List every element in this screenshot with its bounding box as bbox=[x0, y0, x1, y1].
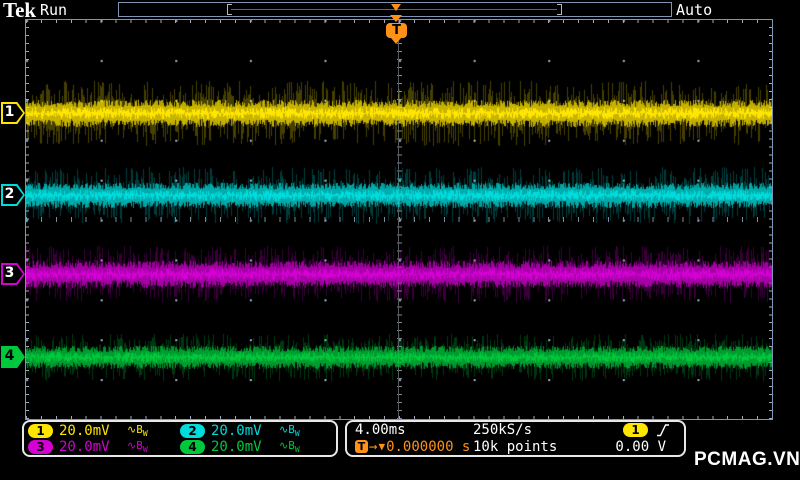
channel-3-readout: 3 20.0mV ∿BW bbox=[28, 439, 180, 455]
record-length: 10k points bbox=[473, 439, 591, 455]
channel-2-badge: 2 bbox=[180, 424, 205, 438]
sample-rate: 250kS/s bbox=[473, 422, 591, 438]
watermark: PCMAG.VN bbox=[694, 449, 800, 471]
trigger-delay-t-icon: T bbox=[355, 440, 368, 453]
graticule bbox=[25, 19, 773, 420]
trigger-source-badge: 1 bbox=[623, 423, 648, 437]
trigger-t-marker-tip bbox=[391, 38, 401, 44]
trigger-level: 0.00 V bbox=[591, 439, 676, 455]
channel-4-scale: 20.0mV bbox=[211, 439, 273, 455]
channel-readout-box: 1 20.0mV ∿BW 2 20.0mV ∿BW 3 20.0mV ∿BW 4… bbox=[22, 420, 338, 457]
channel-1-badge: 1 bbox=[28, 424, 53, 438]
channel-2-readout: 2 20.0mV ∿BW bbox=[180, 423, 332, 439]
horizontal-trigger-readout-box: 4.00ms 250kS/s 1 T → ▼ 0.000000 s 10k po… bbox=[345, 420, 686, 457]
channel-1-position-marker: 1 bbox=[1, 102, 25, 124]
channel-2-scale: 20.0mV bbox=[211, 423, 273, 439]
trigger-mode-label: Auto bbox=[676, 1, 712, 19]
marker-down-icon: ▼ bbox=[378, 440, 385, 453]
arrow-right-icon: → bbox=[369, 439, 377, 455]
horizontal-scale: 4.00ms bbox=[355, 422, 473, 438]
rising-edge-icon bbox=[656, 422, 670, 438]
ac-coupling-bandwidth-icon: ∿BW bbox=[279, 423, 300, 438]
channel-4-readout: 4 20.0mV ∿BW bbox=[180, 439, 332, 455]
ac-coupling-bandwidth-icon: ∿BW bbox=[279, 439, 300, 454]
channel-2-position-marker: 2 bbox=[1, 184, 25, 206]
trigger-t-marker-icon: T bbox=[386, 23, 407, 38]
ac-coupling-bandwidth-icon: ∿BW bbox=[127, 423, 148, 438]
channel-1-scale: 20.0mV bbox=[59, 423, 121, 439]
channel-3-scale: 20.0mV bbox=[59, 439, 121, 455]
channel-4-badge: 4 bbox=[180, 440, 205, 454]
trigger-position-arrow-icon bbox=[390, 15, 402, 22]
channel-3-position-marker: 3 bbox=[1, 263, 25, 285]
oscilloscope-screen: Tek Run Auto T 1 2 3 4 1 20.0mV ∿BW 2 20… bbox=[0, 0, 800, 480]
trigger-source-readout: 1 bbox=[591, 422, 676, 438]
channel-4-position-marker: 4 bbox=[1, 346, 25, 368]
record-window-left-bracket bbox=[227, 4, 232, 15]
waveform-traces bbox=[26, 20, 772, 419]
trigger-delay-readout: T → ▼ 0.000000 s bbox=[355, 439, 473, 455]
acquisition-state: Run bbox=[40, 1, 67, 19]
trigger-delay-value: 0.000000 s bbox=[386, 439, 470, 455]
ac-coupling-bandwidth-icon: ∿BW bbox=[127, 439, 148, 454]
record-trigger-position-icon bbox=[391, 4, 401, 11]
channel-3-badge: 3 bbox=[28, 440, 53, 454]
channel-1-readout: 1 20.0mV ∿BW bbox=[28, 423, 180, 439]
record-window-right-bracket bbox=[557, 4, 562, 15]
